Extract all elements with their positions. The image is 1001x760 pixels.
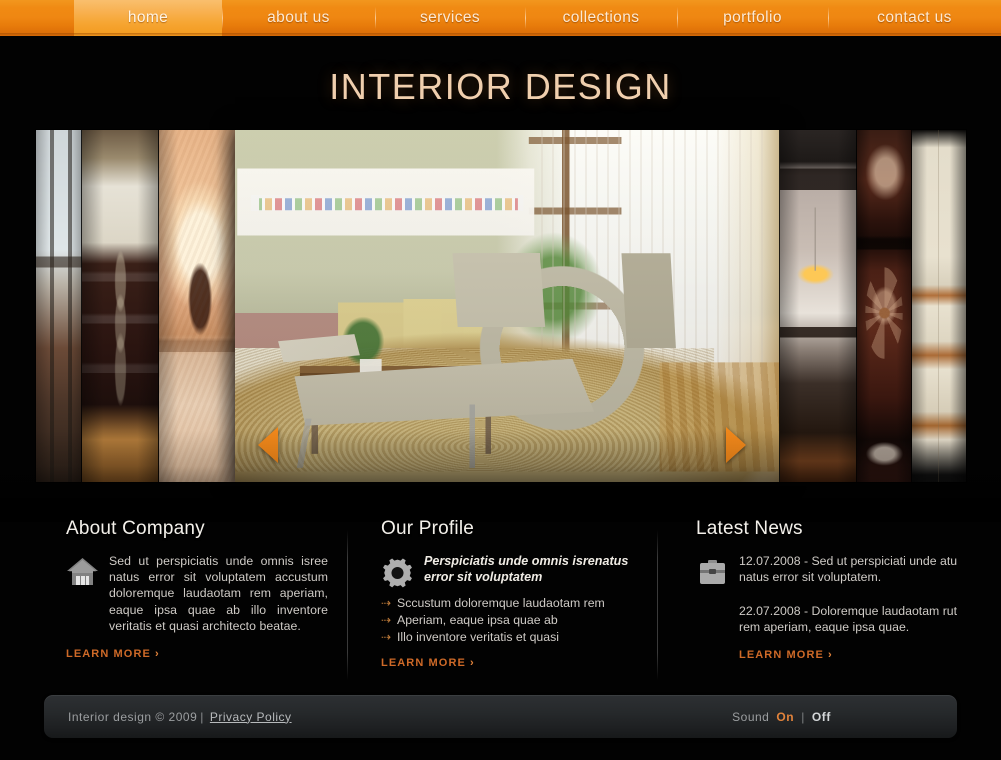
- about-company-body: Sed ut perspiciatis unde omnis isree nat…: [66, 553, 328, 634]
- carousel-prev-arrow-icon[interactable]: [258, 427, 278, 463]
- our-profile-column: Our Profile Perspiciatis unde omnis isre…: [381, 518, 649, 671]
- gear-icon: [381, 556, 414, 590]
- about-company-column: About Company Sed ut perspiciatis unde o…: [66, 518, 328, 662]
- news-item[interactable]: 12.07.2008 - Sed ut perspiciati unde atu…: [739, 553, 961, 585]
- footer-separator: |: [200, 709, 204, 724]
- nav-item-contact-us-label: contact us: [877, 9, 952, 26]
- carousel-slide-dresser-mirror[interactable]: [81, 130, 159, 482]
- our-profile-bullet-list: ⇢ Sccustum doloremque laudaotam rem ⇢ Aper…: [381, 595, 649, 646]
- carousel-slide-main-living-room[interactable]: [234, 130, 780, 482]
- latest-news-learn-more-chevron: ›: [827, 649, 833, 662]
- latest-news-heading: Latest News: [696, 518, 803, 539]
- latest-news-body: 12.07.2008 - Sed ut perspiciati unde atu…: [696, 553, 961, 590]
- nav-item-collections-label: collections: [562, 9, 640, 26]
- latest-news-learn-more-label: LEARN MORE: [739, 649, 824, 662]
- nav-item-contact-us[interactable]: contact us: [828, 0, 1001, 36]
- copyright-area: Interior design © 2009 | Privacy Policy: [68, 710, 292, 724]
- nav-item-home[interactable]: home: [74, 0, 222, 36]
- page-root: home about us services collections portf…: [0, 0, 1001, 760]
- nav-item-portfolio[interactable]: portfolio: [677, 0, 828, 36]
- our-profile-heading: Our Profile: [381, 518, 475, 539]
- privacy-policy-link[interactable]: Privacy Policy: [210, 710, 292, 724]
- arrow-bullet-icon: ⇢: [381, 613, 392, 627]
- image-carousel: [0, 130, 1001, 482]
- about-company-learn-more-link[interactable]: LEARN MORE ›: [66, 648, 160, 660]
- our-profile-learn-more-chevron: ›: [469, 657, 475, 669]
- about-company-heading: About Company: [66, 518, 205, 539]
- carousel-slide-strip: [0, 130, 1001, 482]
- nav-item-about-us[interactable]: about us: [222, 0, 375, 36]
- sound-on-button[interactable]: On: [776, 710, 794, 724]
- briefcase-icon: [696, 556, 729, 590]
- latest-news-column: Latest News 12.07.2008 - Sed ut perspici…: [696, 518, 961, 663]
- carousel-slide-pendant-hallway[interactable]: [779, 130, 857, 482]
- column-divider-1: [347, 530, 348, 680]
- latest-news-learn-more-link[interactable]: LEARN MORE ›: [739, 649, 833, 661]
- list-item-label: Aperiam, eaque ipsa quae ab: [397, 613, 558, 627]
- nav-item-collections[interactable]: collections: [525, 0, 677, 36]
- about-company-learn-more-chevron: ›: [154, 648, 160, 661]
- nav-item-about-us-label: about us: [267, 9, 330, 26]
- page-title: INTERIOR DESIGN: [329, 66, 672, 107]
- carousel-next-arrow-icon[interactable]: [726, 427, 746, 463]
- list-item-label: Sccustum doloremque laudaotam rem: [397, 596, 605, 610]
- list-item-label: Illo inventore veritatis et quasi: [397, 630, 559, 644]
- column-divider-2: [657, 530, 658, 680]
- page-footer: Interior design © 2009 | Privacy Policy So…: [44, 695, 957, 738]
- main-navigation: home about us services collections portf…: [0, 0, 1001, 36]
- nav-item-portfolio-label: portfolio: [723, 9, 782, 26]
- our-profile-lead-text: Perspiciatis unde omnis isrenatus error …: [424, 554, 629, 584]
- carousel-slide-table-lamp[interactable]: [158, 130, 235, 482]
- nav-item-services-label: services: [419, 9, 481, 26]
- about-company-learn-more-label: LEARN MORE: [66, 648, 151, 661]
- sound-control: Sound On | Off: [732, 710, 831, 724]
- list-item[interactable]: ⇢ Illo inventore veritatis et quasi: [381, 629, 649, 646]
- carousel-slide-staircase[interactable]: [911, 130, 966, 482]
- nav-item-home-label: home: [127, 9, 169, 26]
- news-item[interactable]: 22.07.2008 - Doloremque laudaotam rut re…: [739, 603, 961, 635]
- arrow-bullet-icon: ⇢: [381, 596, 392, 610]
- our-profile-learn-more-link[interactable]: LEARN MORE ›: [381, 657, 475, 669]
- content-columns: About Company Sed ut perspiciatis unde o…: [0, 518, 1001, 688]
- our-profile-body: Perspiciatis unde omnis isrenatus error …: [381, 553, 649, 590]
- our-profile-learn-more-label: LEARN MORE: [381, 657, 466, 669]
- sound-separator: |: [801, 709, 805, 724]
- house-icon: [66, 556, 99, 590]
- list-item[interactable]: ⇢ Aperiam, eaque ipsa quae ab: [381, 612, 649, 629]
- arrow-bullet-icon: ⇢: [381, 630, 392, 644]
- nav-left-spacer: [0, 0, 74, 36]
- carousel-reflection: [0, 482, 1001, 518]
- list-item[interactable]: ⇢ Sccustum doloremque laudaotam rem: [381, 595, 649, 612]
- carousel-slide-carved-vase[interactable]: [856, 130, 912, 482]
- copyright-text: Interior design © 2009: [68, 709, 198, 724]
- nav-item-services[interactable]: services: [375, 0, 525, 36]
- carousel-slide-beach-window-room[interactable]: [35, 130, 82, 482]
- sound-label: Sound: [732, 709, 770, 724]
- sound-off-button[interactable]: Off: [812, 710, 831, 724]
- about-company-text: Sed ut perspiciatis unde omnis isree nat…: [109, 554, 328, 633]
